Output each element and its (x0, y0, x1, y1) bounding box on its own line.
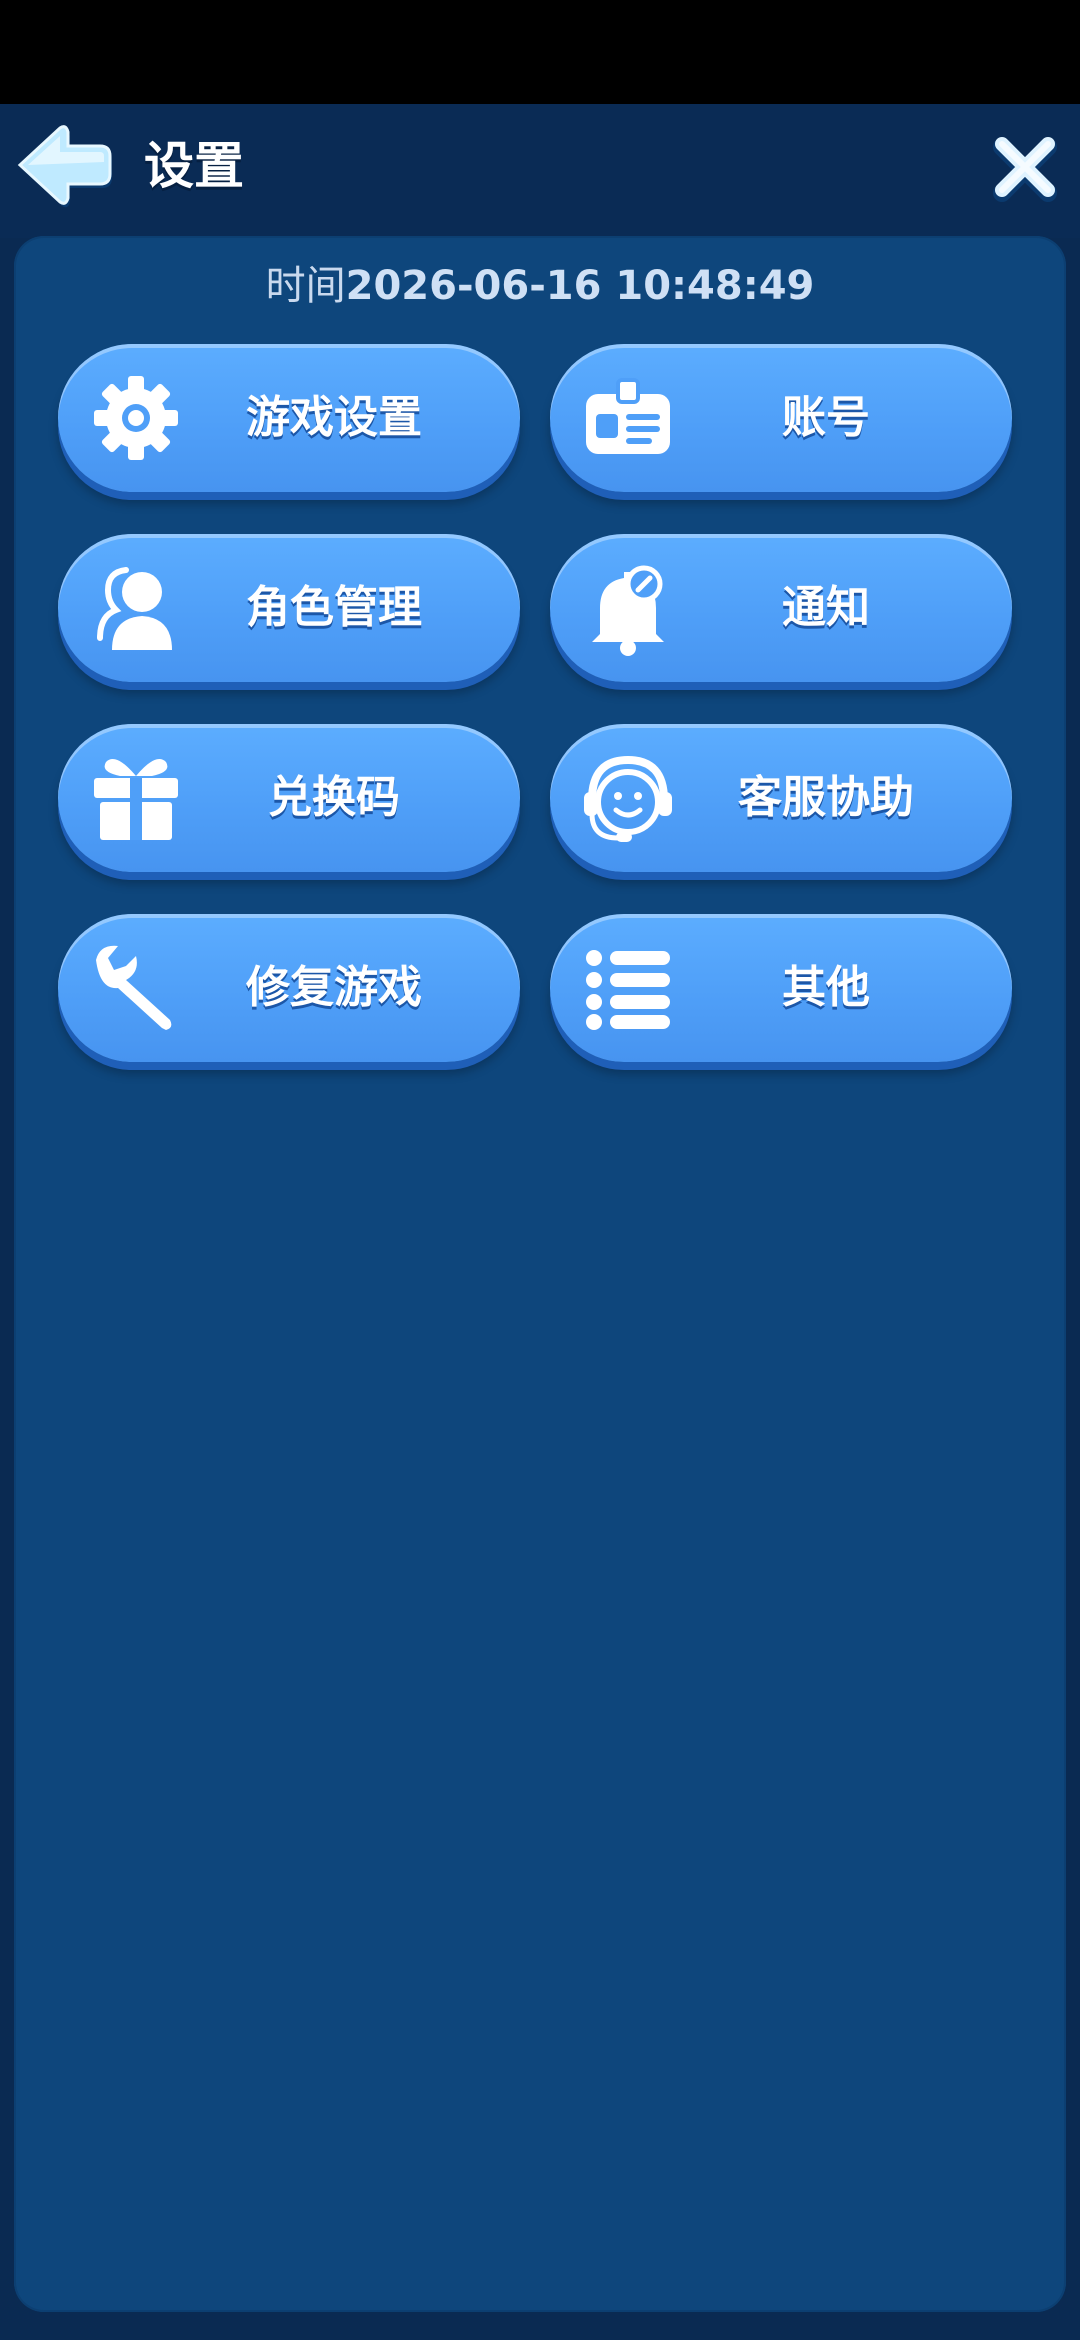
menu-label: 兑换码 (268, 772, 400, 823)
wrench-icon (96, 945, 172, 1030)
header: 设置 (0, 104, 1080, 238)
status-bar (0, 0, 1080, 104)
headset-icon (584, 755, 672, 842)
timestamp-value: 2026-06-16 10:48:49 (345, 263, 815, 309)
id-card-icon (586, 378, 670, 454)
timestamp: 时间2026-06-16 10:48:49 (14, 258, 1066, 314)
other-button[interactable]: 其他 (550, 914, 1012, 1062)
menu-label: 账号 (782, 392, 870, 443)
settings-panel: 时间2026-06-16 10:48:49 游戏设置 账号 角色管理 通知 兑换… (14, 236, 1066, 2312)
user-icon (97, 567, 172, 650)
page-title: 设置 (144, 137, 244, 195)
menu-label: 客服协助 (738, 772, 914, 823)
close-button[interactable] (990, 132, 1060, 202)
close-icon (993, 137, 1057, 202)
menu-label: 修复游戏 (246, 962, 422, 1013)
back-button[interactable] (14, 122, 114, 208)
bell-icon (592, 565, 664, 656)
redeem-code-button[interactable]: 兑换码 (58, 724, 520, 872)
menu-label: 其他 (782, 962, 870, 1013)
menu-label: 游戏设置 (246, 392, 422, 443)
account-button[interactable]: 账号 (550, 344, 1012, 492)
notification-button[interactable]: 通知 (550, 534, 1012, 682)
list-icon (586, 950, 670, 1030)
gear-icon (94, 376, 178, 460)
back-arrow-icon (17, 125, 112, 208)
gift-icon (94, 759, 178, 840)
repair-game-button[interactable]: 修复游戏 (58, 914, 520, 1062)
menu-label: 通知 (782, 582, 870, 633)
menu-label: 角色管理 (246, 582, 422, 633)
game-settings-button[interactable]: 游戏设置 (58, 344, 520, 492)
customer-support-button[interactable]: 客服协助 (550, 724, 1012, 872)
character-management-button[interactable]: 角色管理 (58, 534, 520, 682)
timestamp-label: 时间 (265, 263, 346, 309)
menu-grid: 游戏设置 账号 角色管理 通知 兑换码 客服协助 修复游戏 其他 (58, 344, 1026, 1062)
